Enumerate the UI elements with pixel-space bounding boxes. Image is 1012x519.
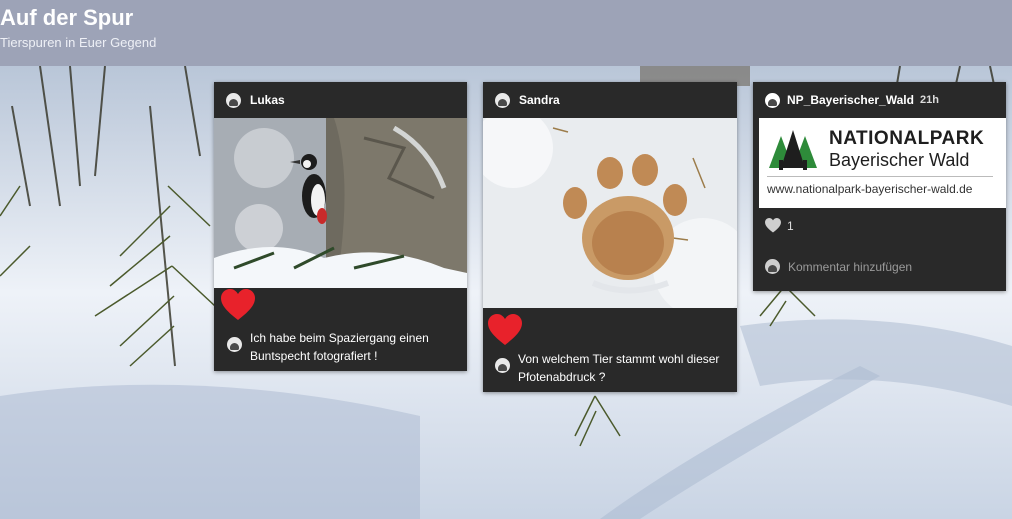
avatar <box>226 92 241 108</box>
pawprint-in-snow-photo[interactable] <box>483 118 737 308</box>
logo-line2: Bayerischer Wald <box>829 150 970 170</box>
post-header: Sandra <box>483 82 737 118</box>
app-header: Auf der Spur Tierspuren in Euer Gegend <box>0 0 1012 66</box>
heart-icon[interactable] <box>221 289 255 321</box>
logo-divider <box>767 176 993 177</box>
post-caption: Ich habe beim Spaziergang einen Buntspec… <box>250 331 429 363</box>
heart-icon[interactable] <box>765 218 781 233</box>
heart-icon[interactable] <box>488 314 522 346</box>
tree-logo-icon <box>769 130 817 170</box>
caption-row: Ich habe beim Spaziergang einen Buntspec… <box>227 329 457 365</box>
nationalpark-logo-image[interactable]: NATIONALPARK Bayerischer Wald www.nation… <box>759 118 1006 208</box>
post-header: Lukas <box>214 82 467 118</box>
avatar <box>765 92 780 108</box>
post-card-nationalpark[interactable]: NP_Bayerischer_Wald 21h NATIONALPARK Bay… <box>753 82 1006 291</box>
post-time: 21h <box>919 94 939 106</box>
post-author[interactable]: Sandra <box>519 93 560 107</box>
post-card-lukas[interactable]: Lukas Ich habe beim Spaziergang einen Bu… <box>214 82 467 371</box>
likes-row: 1 <box>765 218 794 233</box>
like-count: 1 <box>787 218 794 233</box>
logo-url: www.nationalpark-bayerischer-wald.de <box>767 182 973 196</box>
post-caption: Von welchem Tier stammt wohl dieser Pfot… <box>518 352 720 384</box>
comment-input[interactable]: Kommentar hinzufügen <box>765 259 912 274</box>
logo-line1: NATIONALPARK <box>829 128 985 149</box>
avatar <box>495 358 510 373</box>
page-title: Auf der Spur <box>0 5 134 30</box>
woodpecker-photo[interactable] <box>214 118 467 288</box>
post-header: NP_Bayerischer_Wald 21h <box>753 82 1006 118</box>
post-author[interactable]: Lukas <box>250 93 285 107</box>
post-author[interactable]: NP_Bayerischer_Wald <box>787 93 914 107</box>
page-subtitle: Tierspuren in Euer Gegend <box>0 35 157 50</box>
post-card-sandra[interactable]: Sandra Von welchem Tier stammt wohl dies… <box>483 82 737 392</box>
avatar <box>227 337 242 352</box>
caption-row: Von welchem Tier stammt wohl dieser Pfot… <box>495 350 727 386</box>
comment-placeholder[interactable]: Kommentar hinzufügen <box>788 260 912 274</box>
avatar <box>495 92 510 108</box>
avatar <box>765 259 780 274</box>
